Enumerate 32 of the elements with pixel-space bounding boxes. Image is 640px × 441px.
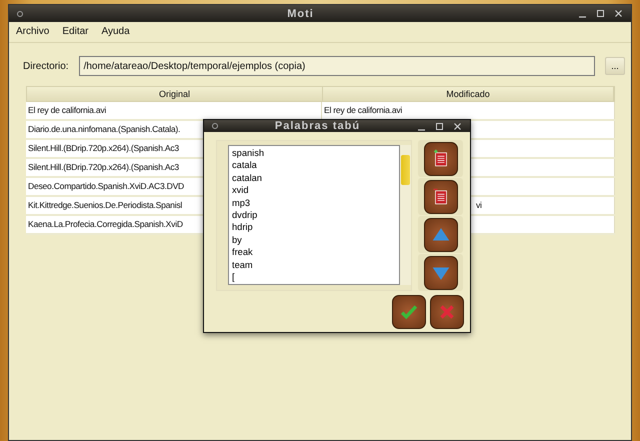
list-item[interactable]: team bbox=[232, 260, 399, 272]
window-menu-icon[interactable] bbox=[212, 123, 218, 129]
directory-label: Directorio: bbox=[23, 60, 69, 72]
column-header[interactable]: Original bbox=[27, 87, 323, 101]
menu-item[interactable]: Ayuda bbox=[101, 26, 130, 37]
word-list[interactable]: spanish catala catalan xvid mp3 dvdrip hdrip by freak team [ bbox=[228, 145, 400, 285]
browse-button[interactable]: ... bbox=[605, 57, 625, 75]
list-item[interactable]: freak bbox=[232, 247, 399, 260]
remove-document-icon bbox=[424, 180, 458, 214]
menu-item[interactable]: Archivo bbox=[16, 26, 50, 37]
scrollbar[interactable] bbox=[400, 145, 411, 285]
move-down-button[interactable] bbox=[418, 254, 463, 291]
close-icon[interactable] bbox=[453, 122, 462, 130]
move-up-button[interactable] bbox=[418, 216, 463, 253]
accept-button[interactable] bbox=[392, 295, 426, 332]
window-menu-icon[interactable] bbox=[17, 10, 23, 16]
list-item[interactable]: [ bbox=[232, 272, 399, 284]
check-icon bbox=[392, 295, 426, 329]
cross-icon bbox=[430, 295, 464, 329]
list-item[interactable]: by bbox=[232, 234, 399, 248]
scrollbar-thumb[interactable] bbox=[401, 155, 410, 185]
remove-button[interactable] bbox=[418, 178, 463, 215]
add-document-icon bbox=[424, 142, 458, 176]
column-header[interactable]: Modificado bbox=[323, 87, 614, 101]
directory-field[interactable]: /home/atareao/Desktop/temporal/ejemplos (copia) bbox=[78, 56, 595, 76]
maximize-icon[interactable] bbox=[596, 9, 605, 18]
maximize-icon[interactable] bbox=[435, 122, 444, 130]
add-button[interactable] bbox=[418, 140, 463, 177]
cancel-button[interactable] bbox=[430, 295, 464, 332]
window-title: Moti bbox=[286, 8, 315, 20]
menu-item[interactable]: Editar bbox=[62, 26, 88, 37]
close-icon[interactable] bbox=[614, 9, 623, 18]
